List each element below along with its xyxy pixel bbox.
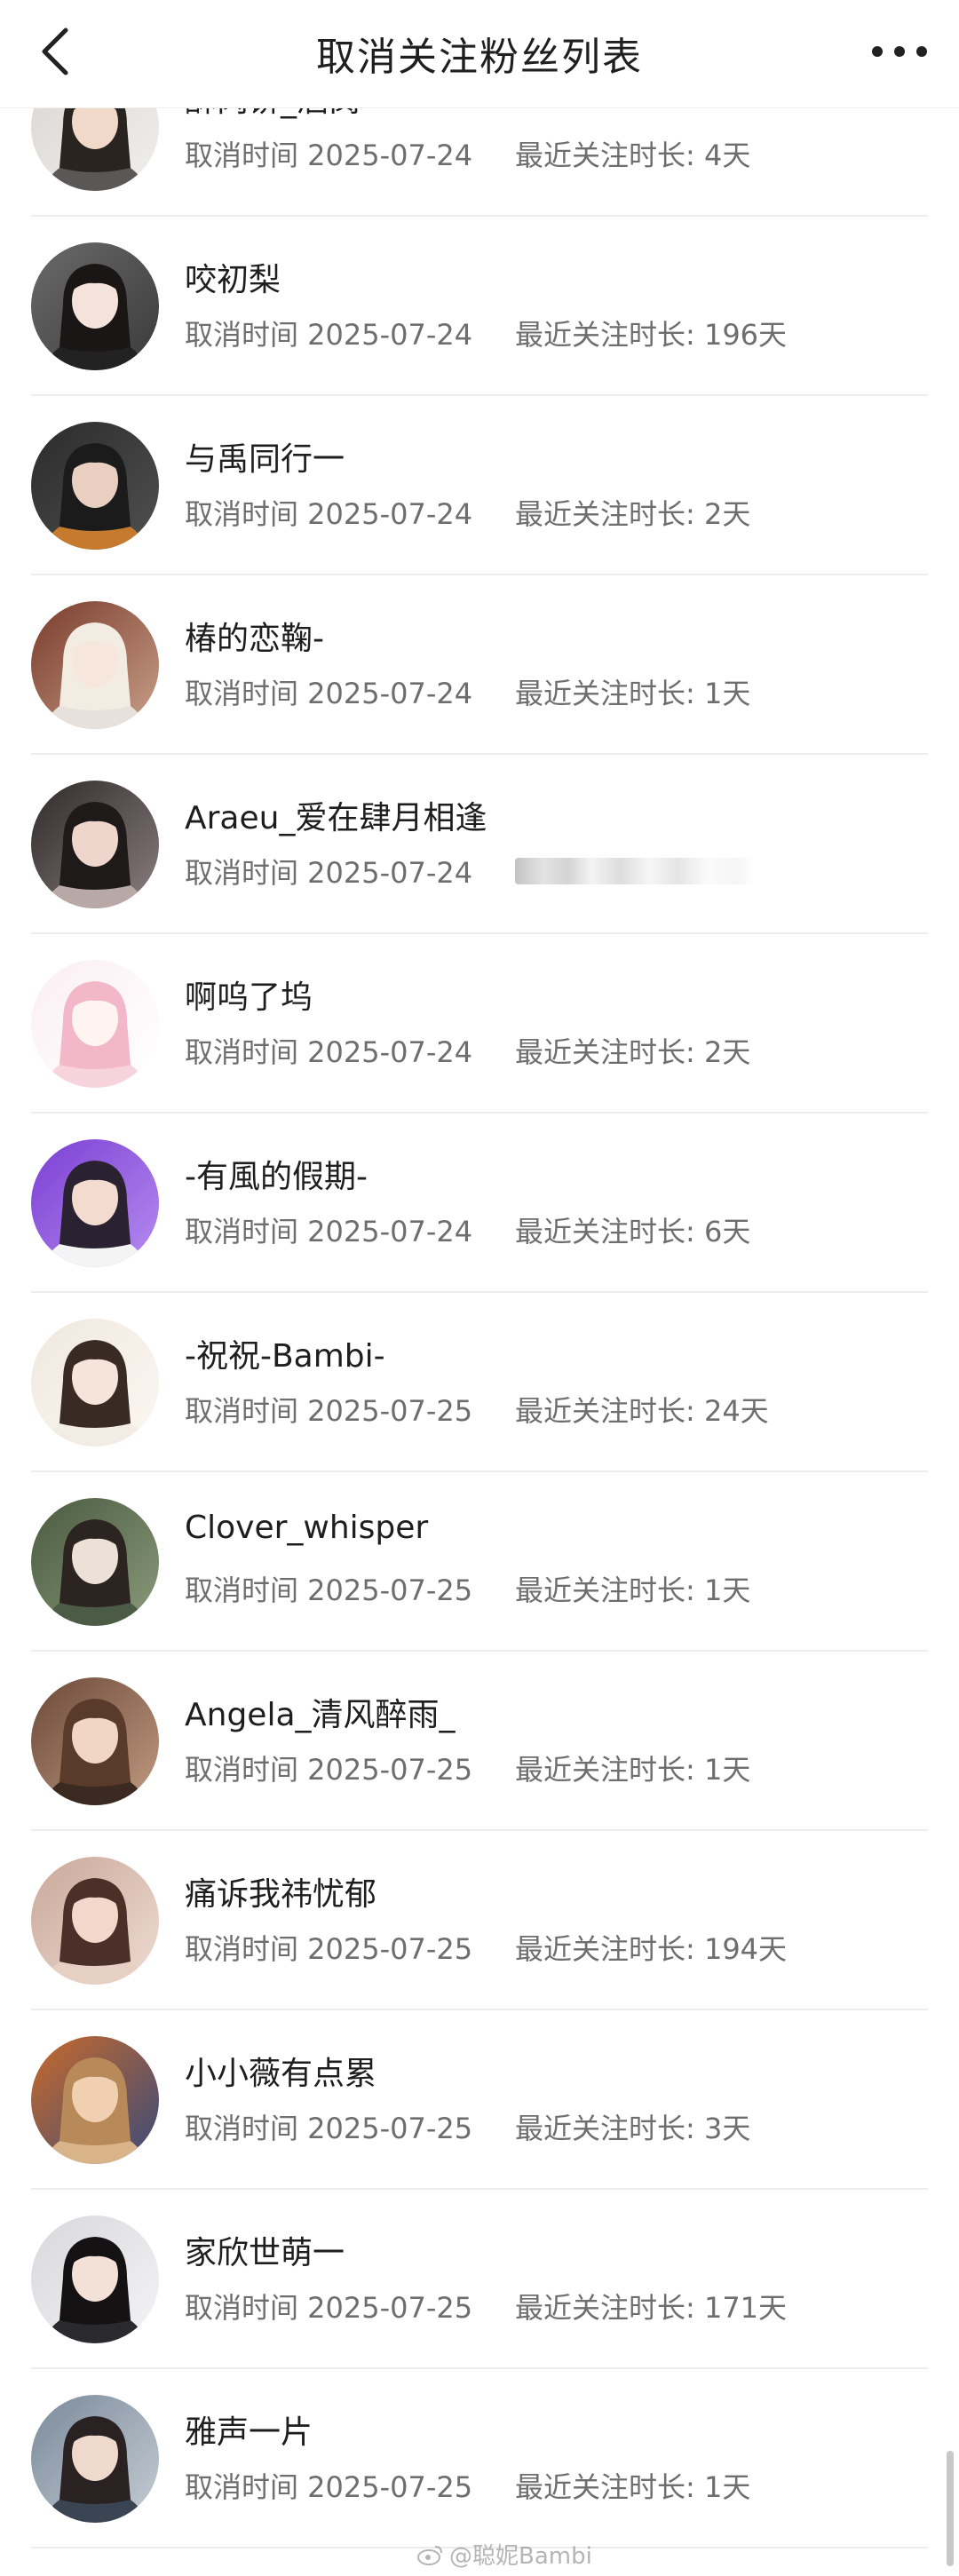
list-item[interactable]: 咬初梨取消时间 2025-07-24 最近关注时长: 196天	[0, 217, 959, 396]
list-item[interactable]: 雅声一片取消时间 2025-07-25 最近关注时长: 1天	[0, 2369, 959, 2548]
follow-duration: 最近关注时长: 1天	[515, 677, 751, 710]
avatar[interactable]	[31, 1857, 159, 1985]
fan-name: 雅声一片	[185, 2414, 313, 2451]
cancel-time: 取消时间 2025-07-24	[185, 1035, 473, 1069]
follow-duration: 最近关注时长: 1天	[515, 1573, 751, 1607]
cancel-time: 取消时间 2025-07-24	[185, 497, 473, 531]
cancel-time: 取消时间 2025-07-24	[185, 677, 473, 710]
follow-duration: 最近关注时长: 4天	[515, 139, 751, 172]
avatar[interactable]	[31, 2215, 159, 2343]
avatar[interactable]	[31, 1498, 159, 1626]
cancel-time: 取消时间 2025-07-25	[185, 1932, 473, 1966]
more-dots-icon	[872, 46, 927, 57]
avatar[interactable]	[31, 2036, 159, 2164]
avatar[interactable]	[31, 422, 159, 550]
follow-duration: 最近关注时长: 171天	[515, 2291, 788, 2325]
fan-name: 家欣世萌一	[185, 2235, 345, 2271]
list-item[interactable]: 家欣世萌一取消时间 2025-07-25 最近关注时长: 171天	[0, 2190, 959, 2369]
top-nav-bar: 取消关注粉丝列表	[0, 0, 959, 108]
cancel-time: 取消时间 2025-07-24	[185, 1215, 473, 1248]
watermark-text: @聪妮Bambi	[449, 2543, 592, 2570]
follow-duration: 最近关注时长: 1天	[515, 2470, 751, 2504]
list-item[interactable]: 痛诉我祎忧郁取消时间 2025-07-25 最近关注时长: 194天	[0, 1831, 959, 2010]
follow-duration: 最近关注时长: 1天	[515, 1753, 751, 1787]
avatar[interactable]	[31, 1677, 159, 1805]
cancel-time: 取消时间 2025-07-24	[185, 139, 473, 172]
more-button[interactable]	[860, 16, 939, 87]
avatar[interactable]	[31, 960, 159, 1088]
avatar[interactable]	[31, 242, 159, 370]
fan-name: 咬初梨	[185, 262, 281, 298]
avatar[interactable]	[31, 1319, 159, 1447]
page-title: 取消关注粉丝列表	[316, 35, 643, 80]
list-item[interactable]: Araeu_爱在肆月相逢 取消时间 2025-07-24	[0, 755, 959, 934]
list-item[interactable]: Clover_whisper 取消时间 2025-07-25 最近关注时长: 1天	[0, 1472, 959, 1652]
list-item[interactable]: 与禹同行一取消时间 2025-07-24 最近关注时长: 2天	[0, 396, 959, 575]
fan-name: 小小薇有点累	[185, 2056, 377, 2092]
avatar[interactable]	[31, 781, 159, 908]
fan-name: 与禹同行一	[185, 441, 345, 478]
follow-duration: 最近关注时长: 2天	[515, 1035, 751, 1069]
weibo-icon	[417, 2545, 442, 2565]
list-item[interactable]: -祝祝-Bambi- 取消时间 2025-07-25 最近关注时长: 24天	[0, 1293, 959, 1472]
follow-duration: 最近关注时长: 24天	[515, 1394, 769, 1428]
cancel-time: 取消时间 2025-07-25	[185, 2112, 473, 2145]
scrollbar[interactable]	[947, 2451, 954, 2566]
avatar[interactable]	[31, 1139, 159, 1267]
fan-name: Araeu_爱在肆月相逢	[185, 800, 487, 836]
fan-name: 椿的恋鞠-	[185, 621, 324, 657]
follow-duration: 最近关注时长: 2天	[515, 497, 751, 531]
fan-name: Angela_清风醉雨_	[185, 1697, 456, 1733]
watermark: @聪妮Bambi	[417, 2538, 592, 2571]
list-item[interactable]: Angela_清风醉雨_ 取消时间 2025-07-25 最近关注时长: 1天	[0, 1652, 959, 1831]
list-item[interactable]: 椿的恋鞠- 取消时间 2025-07-24 最近关注时长: 1天	[0, 575, 959, 755]
follow-duration: 最近关注时长: 196天	[515, 318, 788, 352]
avatar[interactable]	[31, 601, 159, 729]
cancel-time: 取消时间 2025-07-25	[185, 1573, 473, 1607]
cancel-time: 取消时间 2025-07-24	[185, 318, 473, 352]
fan-name: -有風的假期-	[185, 1159, 368, 1195]
cancel-time: 取消时间 2025-07-25	[185, 1394, 473, 1428]
blurred-duration	[515, 858, 755, 884]
fan-name: 啊呜了坞	[185, 979, 313, 1016]
fan-name: 痛诉我祎忧郁	[185, 1876, 377, 1913]
cancel-time: 取消时间 2025-07-25	[185, 2291, 473, 2325]
cancel-time: 取消时间 2025-07-24	[185, 856, 473, 890]
follow-duration: 最近关注时长: 6天	[515, 1215, 751, 1248]
cancel-time: 取消时间 2025-07-25	[185, 1753, 473, 1787]
list-item[interactable]: -有風的假期- 取消时间 2025-07-24 最近关注时长: 6天	[0, 1114, 959, 1293]
fan-name: -祝祝-Bambi-	[185, 1338, 385, 1375]
follow-duration: 最近关注时长: 3天	[515, 2112, 751, 2145]
list-item[interactable]: 小小薇有点累取消时间 2025-07-25 最近关注时长: 3天	[0, 2010, 959, 2190]
follow-duration: 最近关注时长: 194天	[515, 1932, 788, 1966]
list-item[interactable]: 啊呜了坞取消时间 2025-07-24 最近关注时长: 2天	[0, 934, 959, 1114]
fan-name: Clover_whisper	[185, 1510, 429, 1546]
avatar[interactable]	[31, 2395, 159, 2523]
cancel-time: 取消时间 2025-07-25	[185, 2470, 473, 2504]
